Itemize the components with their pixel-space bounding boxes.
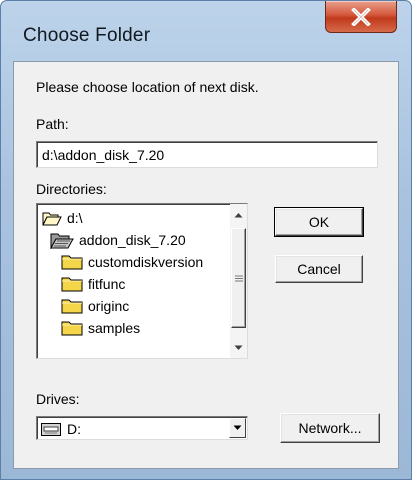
dialog-window: Choose Folder Please choose location of … — [0, 0, 412, 480]
path-field[interactable]: d:\addon_disk_7.20 — [36, 141, 378, 168]
directory-scrollbar[interactable] — [230, 204, 247, 358]
open-folder-icon — [50, 233, 74, 249]
scroll-down-icon — [234, 345, 243, 350]
folder-icon — [61, 299, 83, 314]
directory-item-customdiskversion[interactable]: customdiskversion — [61, 251, 203, 273]
ok-button[interactable]: OK — [274, 207, 364, 237]
directory-item-originc[interactable]: originc — [61, 295, 129, 317]
directory-item-addon-disk[interactable]: addon_disk_7.20 — [50, 229, 186, 251]
directory-list[interactable]: d:\ addon_disk_7.20 customdiskversion fi… — [36, 203, 248, 359]
drive-select[interactable]: D: — [36, 416, 248, 440]
scroll-thumb[interactable] — [231, 228, 246, 328]
drives-label: Drives: — [36, 391, 80, 407]
drive-icon — [41, 422, 61, 436]
directory-item-label: addon_disk_7.20 — [79, 232, 186, 248]
directory-item-label: samples — [88, 320, 141, 336]
drive-dropdown-button[interactable] — [229, 418, 246, 438]
directories-label: Directories: — [36, 181, 107, 197]
cancel-button[interactable]: Cancel — [275, 255, 363, 283]
directory-item-label: customdiskversion — [88, 254, 204, 270]
open-folder-icon — [42, 212, 62, 225]
prompt-text: Please choose location of next disk. — [36, 79, 259, 95]
directory-item-samples[interactable]: samples — [61, 317, 140, 339]
dialog-body: Please choose location of next disk. Pat… — [13, 61, 399, 469]
path-label: Path: — [36, 116, 69, 132]
scroll-up-icon — [234, 212, 243, 217]
directory-item-label: originc — [88, 298, 130, 314]
grip-icon — [234, 275, 243, 281]
folder-icon — [61, 277, 83, 292]
directory-item-label: d:\ — [67, 210, 83, 226]
chevron-down-icon — [233, 425, 242, 430]
network-button[interactable]: Network... — [280, 413, 380, 443]
folder-icon — [61, 255, 83, 270]
close-button[interactable] — [325, 1, 397, 33]
directory-item-label: fitfunc — [88, 276, 126, 292]
scroll-up-button[interactable] — [230, 206, 247, 223]
directory-item-fitfunc[interactable]: fitfunc — [61, 273, 125, 295]
window-title: Choose Folder — [23, 25, 151, 46]
close-icon — [351, 7, 371, 26]
drive-selected: D: — [41, 419, 81, 439]
folder-icon — [61, 321, 83, 336]
title-bar[interactable]: Choose Folder — [1, 1, 411, 57]
directory-item-root[interactable]: d:\ — [42, 207, 83, 229]
scroll-down-button[interactable] — [230, 339, 247, 356]
path-value: d:\addon_disk_7.20 — [42, 147, 165, 163]
drive-value: D: — [67, 421, 81, 437]
